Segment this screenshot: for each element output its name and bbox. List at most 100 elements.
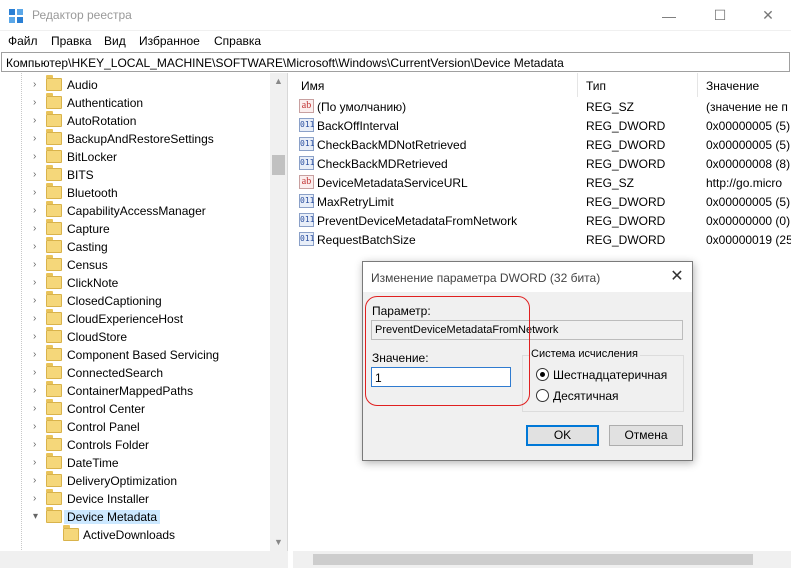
expand-chevron-right-icon[interactable]: › — [33, 475, 43, 487]
expand-chevron-right-icon[interactable]: › — [33, 115, 43, 127]
expand-chevron-right-icon[interactable]: › — [33, 349, 43, 361]
tree-item[interactable]: › Control Center — [0, 399, 270, 418]
tree-horizontal-scrollbar[interactable] — [0, 551, 288, 568]
tree-item[interactable]: › Component Based Servicing — [0, 345, 270, 364]
address-bar[interactable]: Компьютер\HKEY_LOCAL_MACHINE\SOFTWARE\Mi… — [1, 52, 790, 72]
tree-item[interactable]: › ContainerMappedPaths — [0, 381, 270, 400]
tree-item[interactable]: › Controls Folder — [0, 435, 270, 454]
column-header-value[interactable]: Значение — [698, 73, 791, 97]
value-row[interactable]: 011 CheckBackMDNotRetrieved REG_DWORD 0x000… — [293, 135, 791, 154]
tree-item[interactable]: › Control Panel — [0, 417, 270, 436]
tree-item[interactable]: › Device Installer — [0, 489, 270, 508]
tree-item[interactable]: › BITS — [0, 165, 270, 184]
expand-chevron-right-icon[interactable]: › — [33, 457, 43, 469]
tree-item[interactable]: › BitLocker — [0, 147, 270, 166]
folder-icon — [46, 255, 62, 271]
expand-chevron-right-icon[interactable]: › — [33, 385, 43, 397]
tree-item[interactable]: › ConnectedSearch — [0, 363, 270, 382]
expand-chevron-right-icon[interactable]: › — [33, 367, 43, 379]
cancel-button[interactable]: Отмена — [609, 425, 683, 446]
expand-chevron-right-icon[interactable]: › — [33, 223, 43, 235]
expand-chevron-right-icon[interactable]: › — [33, 277, 43, 289]
tree-item[interactable]: › BackupAndRestoreSettings — [0, 129, 270, 148]
tree-item[interactable]: › AutoRotation — [0, 111, 270, 130]
tree-item[interactable]: › Authentication — [0, 93, 270, 112]
tree-item[interactable]: › ClickNote — [0, 273, 270, 292]
hex-radio-label[interactable]: Шестнадцатеричная — [553, 368, 667, 382]
expand-chevron-right-icon[interactable]: › — [33, 403, 43, 415]
tree-item-label: Component Based Servicing — [67, 348, 220, 362]
expand-chevron-right-icon[interactable]: › — [33, 331, 43, 343]
scroll-up-icon[interactable]: ▲ — [270, 73, 287, 90]
value-row[interactable]: 011 PreventDeviceMetadataFromNetwork REG_D… — [293, 211, 791, 230]
tree-item[interactable]: › CloudExperienceHost — [0, 309, 270, 328]
expand-chevron-down-icon[interactable]: ▾ — [33, 511, 43, 523]
scroll-down-icon[interactable]: ▼ — [270, 534, 287, 551]
ok-button[interactable]: OK — [526, 425, 599, 446]
string-value-icon: ab — [299, 99, 314, 113]
value-type: REG_DWORD — [586, 195, 666, 209]
expand-chevron-right-icon[interactable]: › — [33, 421, 43, 433]
tree-item[interactable]: › Census — [0, 255, 270, 274]
dec-radio-label[interactable]: Десятичная — [553, 389, 619, 403]
tree-item[interactable]: › Bluetooth — [0, 183, 270, 202]
minimize-button[interactable]: — — [646, 0, 692, 31]
tree-item[interactable]: ActiveDownloads — [0, 525, 270, 544]
dialog-title-bar: Изменение параметра DWORD (32 бита) ✕ — [363, 262, 692, 292]
folder-icon — [46, 381, 62, 397]
expand-chevron-right-icon[interactable]: › — [33, 97, 43, 109]
expand-chevron-right-icon[interactable]: › — [33, 205, 43, 217]
menu-edit[interactable]: Правка — [51, 34, 92, 48]
menu-view[interactable]: Вид — [104, 34, 126, 48]
dialog-close-icon[interactable]: ✕ — [662, 262, 692, 292]
dec-radio[interactable] — [536, 389, 549, 402]
expand-chevron-right-icon[interactable]: › — [33, 151, 43, 163]
expand-chevron-right-icon[interactable]: › — [33, 259, 43, 271]
expand-chevron-right-icon[interactable]: › — [33, 79, 43, 91]
tree-item[interactable]: › Capture — [0, 219, 270, 238]
expand-chevron-right-icon[interactable]: › — [33, 169, 43, 181]
expand-chevron-right-icon[interactable]: › — [33, 295, 43, 307]
tree-item[interactable]: › DeliveryOptimization — [0, 471, 270, 490]
maximize-button[interactable]: ☐ — [697, 0, 743, 31]
close-button[interactable]: ✕ — [745, 0, 791, 31]
param-label: Параметр: — [372, 304, 431, 318]
list-horizontal-scrollbar[interactable] — [293, 551, 791, 568]
column-header-name[interactable]: Имя — [293, 73, 578, 97]
expand-chevron-right-icon[interactable]: › — [33, 187, 43, 199]
value-row[interactable]: 011 RequestBatchSize REG_DWORD 0x00000019 (… — [293, 230, 791, 249]
column-header-type[interactable]: Тип — [578, 73, 698, 97]
tree-vertical-scrollbar[interactable]: ▲ ▼ — [270, 73, 287, 551]
value-row[interactable]: ab DeviceMetadataServiceURL REG_SZ http://g… — [293, 173, 791, 192]
tree-scroll-thumb[interactable] — [272, 155, 285, 175]
menu-file[interactable]: Файл — [8, 34, 38, 48]
tree-item-label: ClosedCaptioning — [67, 294, 162, 308]
tree-item[interactable]: › Audio — [0, 75, 270, 94]
string-value-icon: ab — [299, 175, 314, 189]
expand-chevron-right-icon[interactable]: › — [33, 493, 43, 505]
tree-item[interactable]: › CapabilityAccessManager — [0, 201, 270, 220]
expand-chevron-right-icon[interactable]: › — [33, 439, 43, 451]
value-row[interactable]: 011 CheckBackMDRetrieved REG_DWORD 0x000000… — [293, 154, 791, 173]
list-scroll-thumb[interactable] — [313, 554, 753, 565]
tree-item[interactable]: ▾ Device Metadata — [0, 507, 270, 526]
expand-chevron-right-icon[interactable]: › — [33, 241, 43, 253]
tree-item[interactable]: › DateTime — [0, 453, 270, 472]
binary-value-icon: 011 — [299, 137, 314, 151]
value-row[interactable]: 011 MaxRetryLimit REG_DWORD 0x00000005 (5) — [293, 192, 791, 211]
value-row[interactable]: ab (По умолчанию) REG_SZ (значение не п — [293, 97, 791, 116]
menu-help[interactable]: Справка — [214, 34, 261, 48]
value-row[interactable]: 011 BackOffInterval REG_DWORD 0x00000005 (5… — [293, 116, 791, 135]
menu-favorites[interactable]: Избранное — [139, 34, 200, 48]
hex-radio[interactable] — [536, 368, 549, 381]
tree-item-label: BITS — [67, 168, 94, 182]
expand-chevron-right-icon[interactable]: › — [33, 133, 43, 145]
base-group: Система исчисления Шестнадцатеричная Дес… — [522, 348, 684, 412]
tree-item-label: Audio — [67, 78, 98, 92]
value-input[interactable]: 1 — [371, 367, 511, 387]
tree-item[interactable]: › Casting — [0, 237, 270, 256]
tree-item[interactable]: › CloudStore — [0, 327, 270, 346]
expand-chevron-right-icon[interactable]: › — [33, 313, 43, 325]
tree-item[interactable]: › ClosedCaptioning — [0, 291, 270, 310]
value-data: 0x00000005 (5) — [706, 138, 791, 152]
